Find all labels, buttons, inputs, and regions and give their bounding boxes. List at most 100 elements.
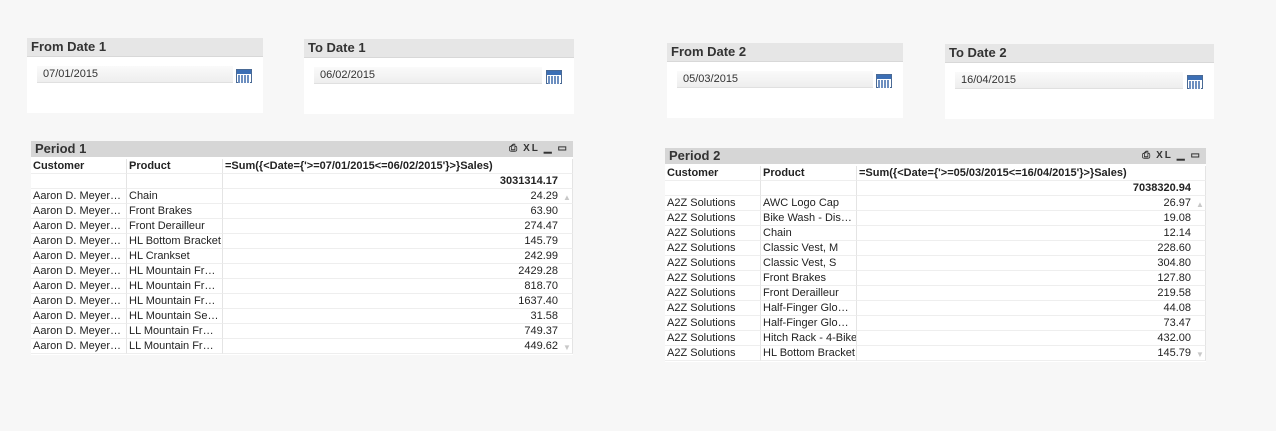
sales-cell[interactable]: 31.58 (223, 309, 573, 324)
calendar-icon[interactable] (1187, 75, 1203, 89)
sales-cell[interactable]: 449.62 (223, 339, 573, 354)
sales-cell[interactable]: 19.08 (857, 211, 1206, 226)
customer-cell[interactable]: A2Z Solutions (665, 301, 761, 316)
table-row[interactable]: A2Z Solutions Front Derailleur 219.58 (665, 286, 1206, 301)
column-header-expression[interactable]: =Sum({<Date={'>=05/03/2015<=16/04/2015'}… (857, 166, 1206, 181)
sales-cell[interactable]: 12.14 (857, 226, 1206, 241)
table-row[interactable]: A2Z Solutions Half-Finger Glo… 44.08 (665, 301, 1206, 316)
print-icon[interactable]: ⎙ (1142, 148, 1152, 164)
sales-cell[interactable]: 145.79 (857, 346, 1206, 361)
column-header-product[interactable]: Product (761, 166, 857, 181)
product-cell[interactable]: LL Mountain Fr… (127, 324, 223, 339)
table-row[interactable]: Aaron D. Meyer… HL Mountain Fr… 1637.40 (31, 294, 573, 309)
table-row[interactable]: Aaron D. Meyer… HL Crankset 242.99 (31, 249, 573, 264)
table-row[interactable]: Aaron D. Meyer… HL Bottom Bracket 145.79 (31, 234, 573, 249)
table-row[interactable]: A2Z Solutions Hitch Rack - 4-Bike 432.00 (665, 331, 1206, 346)
scroll-up-icon[interactable]: ▲ (563, 193, 571, 202)
column-header-customer[interactable]: Customer (665, 166, 761, 181)
customer-cell[interactable]: Aaron D. Meyer… (31, 219, 127, 234)
product-cell[interactable]: HL Crankset (127, 249, 223, 264)
table-row[interactable]: A2Z Solutions Classic Vest, M 228.60 (665, 241, 1206, 256)
product-cell[interactable]: HL Mountain Fr… (127, 279, 223, 294)
product-cell[interactable]: Half-Finger Glo… (761, 301, 857, 316)
calendar-icon[interactable] (546, 70, 562, 84)
maximize-icon[interactable]: ▭ (558, 141, 569, 157)
sales-cell[interactable]: 44.08 (857, 301, 1206, 316)
to-date-2-input[interactable]: 16/04/2015 (955, 72, 1183, 89)
customer-cell[interactable]: A2Z Solutions (665, 346, 761, 361)
maximize-icon[interactable]: ▭ (1191, 148, 1202, 164)
calendar-icon[interactable] (236, 69, 252, 83)
product-cell[interactable]: Hitch Rack - 4-Bike (761, 331, 857, 346)
column-header-product[interactable]: Product (127, 159, 223, 174)
to-date-1-input[interactable]: 06/02/2015 (314, 67, 542, 84)
customer-cell[interactable]: A2Z Solutions (665, 271, 761, 286)
scroll-down-icon[interactable]: ▼ (1196, 350, 1204, 359)
table-row[interactable]: A2Z Solutions Half-Finger Glo… 73.47 (665, 316, 1206, 331)
table-row[interactable]: Aaron D. Meyer… HL Mountain Se… 31.58 (31, 309, 573, 324)
column-header-expression[interactable]: =Sum({<Date={'>=07/01/2015<=06/02/2015'}… (223, 159, 573, 174)
product-cell[interactable]: Front Brakes (127, 204, 223, 219)
customer-cell[interactable]: A2Z Solutions (665, 286, 761, 301)
from-date-2-input[interactable]: 05/03/2015 (677, 71, 873, 88)
table-row[interactable]: A2Z Solutions Bike Wash - Dis… 19.08 (665, 211, 1206, 226)
sales-cell[interactable]: 73.47 (857, 316, 1206, 331)
sales-cell[interactable]: 228.60 (857, 241, 1206, 256)
calendar-icon[interactable] (876, 74, 892, 88)
sales-cell[interactable]: 24.29 (223, 189, 573, 204)
sales-cell[interactable]: 432.00 (857, 331, 1206, 346)
product-cell[interactable]: Front Derailleur (761, 286, 857, 301)
sales-cell[interactable]: 1637.40 (223, 294, 573, 309)
sales-cell[interactable]: 219.58 (857, 286, 1206, 301)
product-cell[interactable]: Front Brakes (761, 271, 857, 286)
customer-cell[interactable]: Aaron D. Meyer… (31, 264, 127, 279)
product-cell[interactable]: Classic Vest, M (761, 241, 857, 256)
customer-cell[interactable]: Aaron D. Meyer… (31, 204, 127, 219)
customer-cell[interactable]: A2Z Solutions (665, 211, 761, 226)
customer-cell[interactable]: Aaron D. Meyer… (31, 294, 127, 309)
product-cell[interactable]: Classic Vest, S (761, 256, 857, 271)
customer-cell[interactable]: Aaron D. Meyer… (31, 324, 127, 339)
sales-cell[interactable]: 63.90 (223, 204, 573, 219)
minimize-icon[interactable]: ▁ (1177, 148, 1187, 164)
scroll-down-icon[interactable]: ▼ (563, 343, 571, 352)
customer-cell[interactable]: Aaron D. Meyer… (31, 339, 127, 354)
customer-cell[interactable]: Aaron D. Meyer… (31, 234, 127, 249)
product-cell[interactable]: LL Mountain Fr… (127, 339, 223, 354)
product-cell[interactable]: Chain (127, 189, 223, 204)
product-cell[interactable]: Front Derailleur (127, 219, 223, 234)
print-icon[interactable]: ⎙ (509, 141, 519, 157)
sales-cell[interactable]: 2429.28 (223, 264, 573, 279)
sales-cell[interactable]: 242.99 (223, 249, 573, 264)
sales-cell[interactable]: 749.37 (223, 324, 573, 339)
minimize-icon[interactable]: ▁ (544, 141, 554, 157)
customer-cell[interactable]: Aaron D. Meyer… (31, 249, 127, 264)
customer-cell[interactable]: A2Z Solutions (665, 331, 761, 346)
product-cell[interactable]: AWC Logo Cap (761, 196, 857, 211)
table-row[interactable]: A2Z Solutions Chain 12.14 (665, 226, 1206, 241)
table-row[interactable]: Aaron D. Meyer… Chain 24.29 (31, 189, 573, 204)
sales-cell[interactable]: 127.80 (857, 271, 1206, 286)
table-row[interactable]: Aaron D. Meyer… Front Brakes 63.90 (31, 204, 573, 219)
sales-cell[interactable]: 145.79 (223, 234, 573, 249)
table-row[interactable]: A2Z Solutions HL Bottom Bracket 145.79 (665, 346, 1206, 361)
from-date-1-input[interactable]: 07/01/2015 (37, 66, 233, 83)
table-row[interactable]: Aaron D. Meyer… HL Mountain Fr… 2429.28 (31, 264, 573, 279)
customer-cell[interactable]: A2Z Solutions (665, 256, 761, 271)
customer-cell[interactable]: A2Z Solutions (665, 241, 761, 256)
customer-cell[interactable]: Aaron D. Meyer… (31, 189, 127, 204)
product-cell[interactable]: HL Mountain Se… (127, 309, 223, 324)
product-cell[interactable]: HL Mountain Fr… (127, 294, 223, 309)
excel-export-icon[interactable]: XL (523, 141, 540, 157)
sales-cell[interactable]: 26.97 (857, 196, 1206, 211)
customer-cell[interactable]: A2Z Solutions (665, 316, 761, 331)
product-cell[interactable]: HL Bottom Bracket (127, 234, 223, 249)
scroll-up-icon[interactable]: ▲ (1196, 200, 1204, 209)
product-cell[interactable]: Bike Wash - Dis… (761, 211, 857, 226)
product-cell[interactable]: Chain (761, 226, 857, 241)
table-row[interactable]: A2Z Solutions Classic Vest, S 304.80 (665, 256, 1206, 271)
table-row[interactable]: A2Z Solutions Front Brakes 127.80 (665, 271, 1206, 286)
column-header-customer[interactable]: Customer (31, 159, 127, 174)
sales-cell[interactable]: 818.70 (223, 279, 573, 294)
customer-cell[interactable]: Aaron D. Meyer… (31, 279, 127, 294)
